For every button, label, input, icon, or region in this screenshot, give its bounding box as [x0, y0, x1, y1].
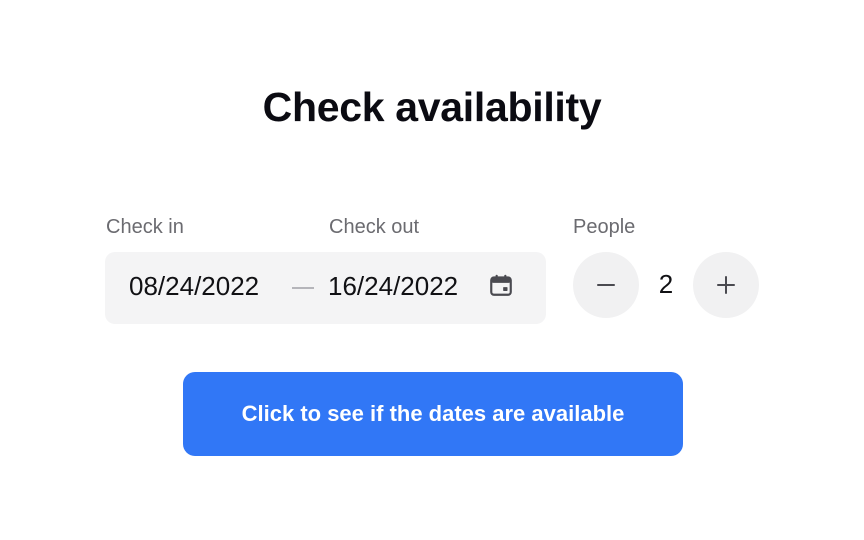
increment-people-button[interactable]	[693, 252, 759, 318]
check-availability-button[interactable]: Click to see if the dates are available	[183, 372, 683, 456]
minus-icon	[597, 284, 615, 286]
plus-icon	[717, 276, 735, 294]
page-title: Check availability	[262, 84, 602, 130]
check-out-date[interactable]: 16/24/2022	[328, 271, 458, 302]
people-label: People	[573, 216, 636, 238]
people-count: 2	[658, 269, 674, 299]
availability-form: Check availability Check in Check out Pe…	[0, 0, 864, 540]
date-range-picker[interactable]: 08/24/2022 16/24/2022	[105, 252, 546, 324]
date-separator	[292, 287, 314, 289]
calendar-icon[interactable]	[488, 272, 514, 298]
check-availability-button-label: Click to see if the dates are available	[241, 401, 625, 426]
check-in-label: Check in	[106, 216, 184, 238]
decrement-people-button[interactable]	[573, 252, 639, 318]
check-in-date[interactable]: 08/24/2022	[129, 271, 259, 302]
check-out-label: Check out	[329, 216, 420, 238]
